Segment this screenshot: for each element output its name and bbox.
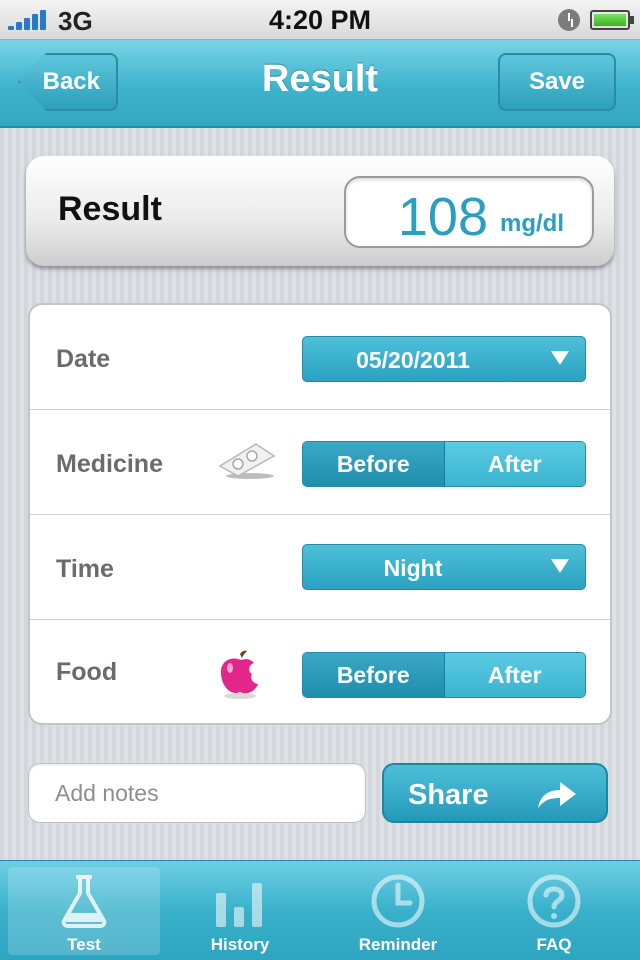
medicine-row: Medicine Before After: [30, 410, 610, 515]
status-time: 4:20 PM: [268, 5, 372, 35]
tab-test[interactable]: Test: [8, 867, 160, 955]
tab-history[interactable]: History: [164, 867, 316, 955]
tab-label: History: [210, 935, 270, 954]
time-picker[interactable]: Night: [302, 544, 586, 590]
food-after-option[interactable]: After: [444, 653, 585, 697]
tab-reminder[interactable]: Reminder: [322, 867, 474, 955]
question-icon: [527, 874, 581, 928]
notes-input[interactable]: [28, 763, 366, 823]
medicine-label: Medicine: [56, 450, 163, 478]
food-timing-segmented: Before After: [302, 652, 586, 698]
clock-icon: [371, 874, 425, 928]
chevron-down-icon: [551, 351, 569, 365]
time-value: Night: [383, 555, 443, 581]
share-arrow-icon: [538, 782, 576, 808]
orientation-lock-icon: [558, 9, 580, 31]
date-picker[interactable]: 05/20/2011: [302, 336, 586, 382]
time-label: Time: [56, 555, 114, 583]
share-button[interactable]: Share: [382, 763, 608, 823]
share-label: Share: [408, 779, 489, 811]
medicine-after-option[interactable]: After: [444, 442, 585, 486]
flask-icon: [61, 875, 107, 928]
result-value: 108: [397, 187, 488, 247]
status-bar: 3G 4:20 PM: [0, 0, 640, 40]
medicine-timing-segmented: Before After: [302, 441, 586, 487]
tab-bar: Test History Reminder FAQ: [0, 860, 640, 960]
chevron-down-icon: [551, 559, 569, 573]
time-row: Time Night: [30, 515, 610, 620]
result-value-box: 108 mg/dl: [344, 176, 594, 248]
food-before-option[interactable]: Before: [303, 653, 445, 697]
date-value: 05/20/2011: [356, 347, 470, 373]
navigation-bar: Back Result Save: [0, 40, 640, 128]
apple-icon: [220, 650, 258, 699]
result-label: Result: [58, 190, 162, 228]
tab-label: Test: [67, 935, 101, 954]
date-row: Date 05/20/2011: [30, 305, 610, 410]
date-label: Date: [56, 345, 111, 373]
medicine-before-option[interactable]: Before: [303, 442, 445, 486]
result-unit: mg/dl: [500, 210, 564, 237]
food-row: Food Before After: [30, 620, 610, 723]
food-label: Food: [56, 658, 118, 686]
battery-icon: [590, 10, 634, 30]
result-card: Result 108 mg/dl: [26, 156, 614, 266]
tab-label: Reminder: [358, 935, 438, 954]
save-button[interactable]: Save: [498, 53, 616, 111]
test-details-form: Date 05/20/2011 Medicine Before After Ti…: [28, 303, 612, 725]
bar-chart-icon: [216, 883, 262, 927]
tab-faq[interactable]: FAQ: [478, 867, 630, 955]
tab-label: FAQ: [536, 935, 572, 954]
pill-pack-icon: [218, 443, 276, 479]
